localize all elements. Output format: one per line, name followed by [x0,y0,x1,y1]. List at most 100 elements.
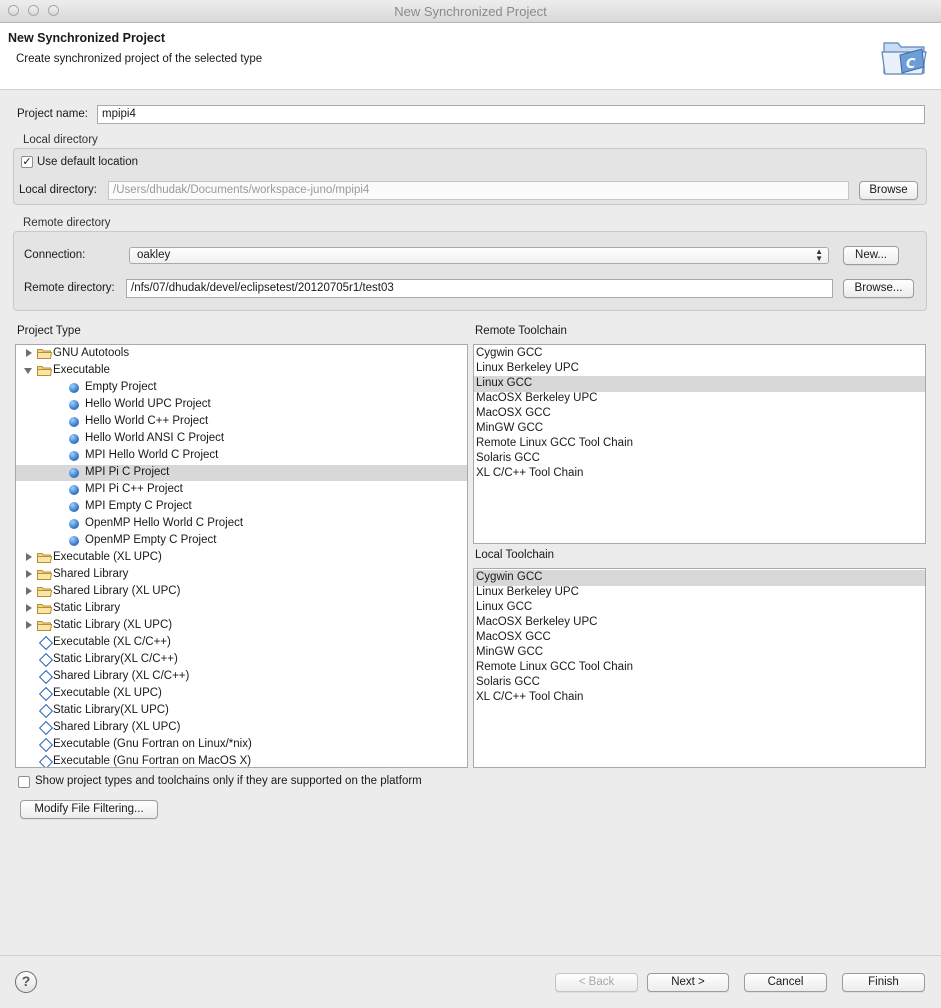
toolchain-item[interactable]: XL C/C++ Tool Chain [474,690,925,706]
project-type-item[interactable]: Executable (Gnu Fortran on Linux/*nix) [16,737,467,753]
chevron-right-icon[interactable] [26,621,32,629]
toolchain-item[interactable]: MinGW GCC [474,421,925,437]
use-default-location-checkbox[interactable]: ✓ [21,156,33,168]
project-type-item[interactable]: Shared Library [16,567,467,583]
project-type-item[interactable]: MPI Pi C++ Project [16,482,467,498]
project-type-item[interactable]: Shared Library (XL UPC) [16,720,467,736]
project-type-item[interactable]: Executable [16,363,467,379]
remote-toolchain-label: Remote Toolchain [475,325,567,337]
remote-directory-input[interactable]: /nfs/07/dhudak/devel/eclipsetest/2012070… [126,279,833,298]
connection-select[interactable]: oakley ▲ ▼ [129,247,829,264]
toolchain-item[interactable]: Linux GCC [474,376,925,392]
remote-toolchain-list[interactable]: Cygwin GCC Linux Berkeley UPC Linux GCC Mac… [473,344,926,544]
toolchain-item-label: XL C/C++ Tool Chain [476,467,584,479]
project-name-input[interactable]: mpipi4 [97,105,925,124]
local-directory-label: Local directory: [19,184,97,196]
project-type-diamond-icon [38,703,54,719]
toolchain-item[interactable]: MinGW GCC [474,645,925,661]
remote-directory-group-label: Remote directory [23,217,111,229]
local-toolchain-list[interactable]: Cygwin GCC Linux Berkeley UPC Linux GCC Mac… [473,568,926,768]
show-supported-checkbox[interactable] [18,776,30,788]
toolchain-item[interactable]: MacOSX GCC [474,406,925,422]
project-type-item-label: Shared Library (XL C/C++) [53,670,190,682]
toolchain-item[interactable]: MacOSX Berkeley UPC [474,391,925,407]
project-type-item[interactable]: Static Library(XL C/C++) [16,652,467,668]
project-type-item[interactable]: MPI Hello World C Project [16,448,467,464]
folder-icon [37,587,52,597]
local-directory-input[interactable]: /Users/dhudak/Documents/workspace-juno/m… [108,181,849,200]
project-template-icon [69,383,79,393]
project-type-item[interactable]: Empty Project [16,380,467,396]
toolchain-item-label: Remote Linux GCC Tool Chain [476,661,634,673]
project-type-item[interactable]: Shared Library (XL C/C++) [16,669,467,685]
project-template-icon [69,485,79,495]
next-button[interactable]: Next > [647,973,729,992]
toolchain-item[interactable]: Linux GCC [474,600,925,616]
project-type-item[interactable]: Static Library (XL UPC) [16,618,467,634]
back-button[interactable]: < Back [555,973,638,992]
project-type-item[interactable]: Hello World UPC Project [16,397,467,413]
toolchain-item-label: Cygwin GCC [476,347,543,359]
toolchain-item[interactable]: MacOSX Berkeley UPC [474,615,925,631]
project-template-icon [69,434,79,444]
toolchain-item[interactable]: Cygwin GCC [474,346,925,362]
project-type-item-label: Shared Library (XL UPC) [53,585,181,597]
toolchain-item-label: Solaris GCC [476,452,540,464]
project-type-item[interactable]: Hello World C++ Project [16,414,467,430]
project-type-item-label: Executable (XL UPC) [53,687,162,699]
chevron-down-icon[interactable] [24,368,32,374]
toolchain-item[interactable]: XL C/C++ Tool Chain [474,466,925,482]
remote-browse-button[interactable]: Browse... [843,279,914,298]
new-connection-button[interactable]: New... [843,246,899,265]
toolchain-item[interactable]: Remote Linux GCC Tool Chain [474,660,925,676]
project-type-item[interactable]: Static Library(XL UPC) [16,703,467,719]
cancel-button[interactable]: Cancel [744,973,827,992]
toolchain-item[interactable]: Linux Berkeley UPC [474,585,925,601]
chevron-right-icon[interactable] [26,553,32,561]
window-titlebar[interactable]: New Synchronized Project [0,0,941,23]
c-project-folder-icon: C [881,42,927,75]
project-type-diamond-icon [38,652,54,668]
project-type-item-label: Executable [53,364,110,376]
toolchain-item-label: Cygwin GCC [476,571,543,583]
local-browse-button[interactable]: Browse [859,181,918,200]
toolchain-item-label: Linux Berkeley UPC [476,362,579,374]
window-title: New Synchronized Project [394,4,547,19]
chevron-right-icon[interactable] [26,349,32,357]
remote-directory-group [13,231,927,311]
project-type-item[interactable]: Executable (Gnu Fortran on MacOS X) [16,754,467,767]
toolchain-item[interactable]: Remote Linux GCC Tool Chain [474,436,925,452]
toolchain-item-label: MinGW GCC [476,422,544,434]
chevron-right-icon[interactable] [26,604,32,612]
finish-button[interactable]: Finish [842,973,925,992]
project-type-item[interactable]: Executable (XL UPC) [16,550,467,566]
toolchain-item[interactable]: MacOSX GCC [474,630,925,646]
toolchain-item[interactable]: Linux Berkeley UPC [474,361,925,377]
project-type-item-label: Hello World ANSI C Project [85,432,225,444]
project-type-item[interactable]: MPI Empty C Project [16,499,467,515]
project-type-item-label: Executable (Gnu Fortran on MacOS X) [53,755,252,767]
project-type-tree[interactable]: GNU Autotools Executable Empty Project Hell… [15,344,468,768]
project-type-item-label: Empty Project [85,381,157,393]
project-type-item[interactable]: GNU Autotools [16,346,467,362]
help-icon[interactable]: ? [15,971,37,993]
project-type-item[interactable]: Hello World ANSI C Project [16,431,467,447]
project-type-item[interactable]: Shared Library (XL UPC) [16,584,467,600]
folder-icon [37,604,52,614]
project-type-label: Project Type [17,325,81,337]
project-type-item-label: Shared Library (XL UPC) [53,721,181,733]
project-type-item[interactable]: Static Library [16,601,467,617]
toolchain-item[interactable]: Solaris GCC [474,451,925,467]
project-type-item[interactable]: OpenMP Empty C Project [16,533,467,549]
project-name-label: Project name: [17,108,88,120]
connection-value: oakley [137,249,171,261]
modify-file-filtering-button[interactable]: Modify File Filtering... [20,800,158,819]
chevron-right-icon[interactable] [26,570,32,578]
project-type-item[interactable]: MPI Pi C Project [16,465,467,481]
toolchain-item[interactable]: Cygwin GCC [474,570,925,586]
project-type-item[interactable]: OpenMP Hello World C Project [16,516,467,532]
chevron-right-icon[interactable] [26,587,32,595]
toolchain-item[interactable]: Solaris GCC [474,675,925,691]
project-type-item[interactable]: Executable (XL UPC) [16,686,467,702]
project-type-item[interactable]: Executable (XL C/C++) [16,635,467,651]
